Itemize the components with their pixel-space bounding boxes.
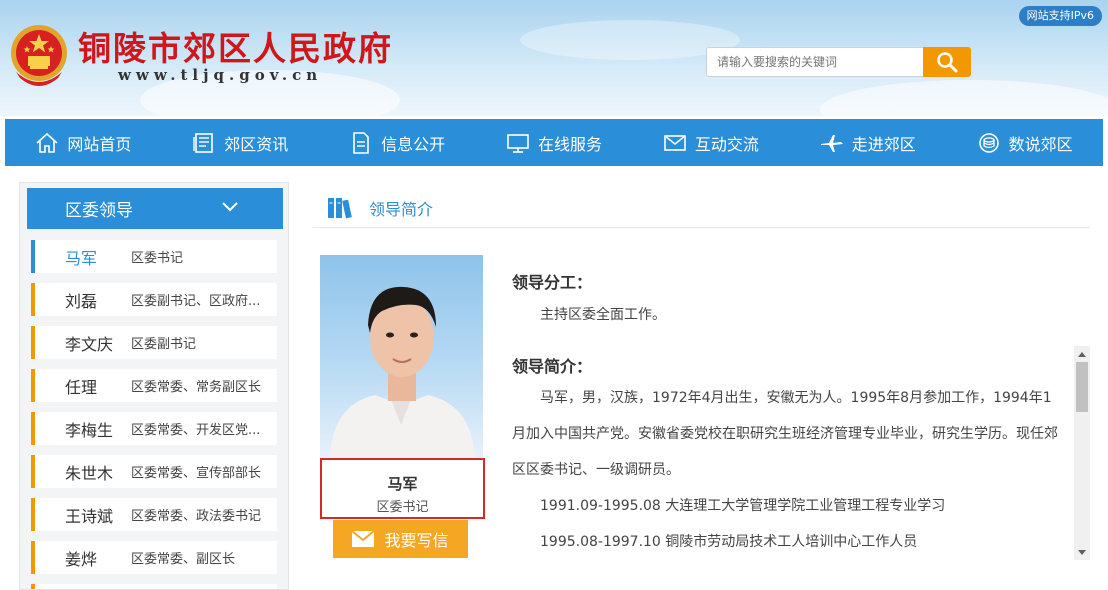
leader-position: 区委常委、开发区党... — [131, 423, 261, 438]
search-button[interactable] — [923, 47, 971, 77]
leader-position: 区委书记 — [131, 251, 184, 266]
leader-position: 区委副书记、区政府... — [131, 294, 261, 309]
nav-item-disclosure[interactable]: 信息公开 — [319, 119, 476, 166]
database-icon — [978, 132, 999, 153]
resume-line: 1991.09-1995.08 大连理工大学管理学院工业管理工程专业学习 — [540, 498, 946, 514]
leader-position: 区委常委、政法委书记 — [131, 509, 262, 524]
leader-name: 姜烨 — [65, 549, 98, 569]
sidebar-header[interactable]: 区委领导 — [27, 188, 283, 229]
search-input[interactable] — [706, 47, 923, 77]
nav-item-interaction[interactable]: 互动交流 — [632, 119, 789, 166]
leader-position: 区委副书记 — [131, 337, 197, 352]
nav-item-label: 数说郊区 — [1008, 134, 1073, 154]
leader-name-card: 马军 区委书记 — [320, 458, 485, 519]
search-icon — [937, 52, 958, 73]
national-emblem-icon — [11, 25, 67, 86]
sidebar-item-leader[interactable]: 任理 区委常委、常务副区长 — [31, 369, 277, 402]
site-title: 铜陵市郊区人民政府 — [78, 29, 393, 68]
leader-name: 马军 — [387, 475, 418, 493]
mail-icon — [664, 134, 686, 151]
leader-position: 区委常委、常务副区长 — [131, 380, 262, 395]
arrow-down-icon — [1078, 549, 1086, 555]
leader-name: 朱世木 — [65, 463, 114, 483]
site-header: 铜陵市郊区人民政府 www.tljq.gov.cn 网站支持IPv6 — [0, 0, 1108, 116]
news-icon — [193, 132, 214, 153]
scroll-thumb[interactable] — [1076, 362, 1088, 412]
books-icon — [328, 198, 352, 219]
leader-name: 李文庆 — [65, 334, 114, 354]
profile-heading: 领导简介： — [512, 357, 593, 376]
home-icon — [36, 132, 58, 153]
nav-item-data[interactable]: 数说郊区 — [946, 119, 1103, 166]
leader-position: 区委常委、宣传部部长 — [131, 466, 262, 481]
nav-item-explore[interactable]: 走进郊区 — [789, 119, 946, 166]
leader-name: 李梅生 — [65, 420, 114, 440]
leader-position: 区委常委、副区长 — [131, 552, 236, 567]
resume-line: 1995.08-1997.10 铜陵市劳动局技术工人培训中心工作人员 — [540, 534, 918, 550]
scroll-down-button[interactable] — [1074, 545, 1090, 559]
write-letter-label: 我要写信 — [384, 531, 449, 550]
sidebar-item-leader[interactable]: 王诗斌 区委常委、政法委书记 — [31, 498, 277, 531]
ipv6-badge: 网站支持IPv6 — [1018, 6, 1102, 26]
sidebar-title: 区委领导 — [65, 201, 133, 221]
content-scrollbar[interactable] — [1074, 346, 1090, 560]
nav-item-online-service[interactable]: 在线服务 — [476, 119, 633, 166]
duties-text: 主持区委全面工作。 — [540, 307, 666, 323]
sidebar-item-leader[interactable]: 李文庆 区委副书记 — [31, 326, 277, 359]
leader-position: 区委书记 — [376, 500, 429, 515]
nav-item-home[interactable]: 网站首页 — [5, 119, 162, 166]
monitor-icon — [507, 133, 529, 153]
leader-name: 马军 — [65, 248, 98, 268]
site-url: www.tljq.gov.cn — [118, 66, 323, 84]
leader-photo — [320, 255, 483, 458]
nav-item-label: 郊区资讯 — [224, 134, 289, 154]
arrow-up-icon — [1078, 351, 1086, 357]
sidebar-item-leader[interactable]: 马军 区委书记 — [31, 240, 277, 273]
nav-item-news[interactable]: 郊区资讯 — [162, 119, 319, 166]
section-header: 领导简介 — [313, 189, 1090, 228]
write-letter-button[interactable]: 我要写信 — [333, 520, 468, 558]
plane-icon — [820, 134, 843, 152]
sidebar-item-leader[interactable]: 姜烨 区委常委、副区长 — [31, 541, 277, 574]
sidebar-item-leader[interactable]: 刘磊 区委副书记、区政府... — [31, 283, 277, 316]
leader-name: 刘磊 — [65, 291, 98, 311]
chevron-down-icon — [222, 202, 238, 212]
leader-profile-content: 领导分工： 主持区委全面工作。 领导简介： 马军，男，汉族，1972年4月出生，… — [512, 262, 1068, 562]
sidebar-item-leader[interactable]: 朱世木 区委常委、宣传部部长 — [31, 455, 277, 488]
duties-heading: 领导分工： — [512, 273, 593, 292]
nav-item-label: 走进郊区 — [851, 134, 916, 154]
envelope-icon — [352, 531, 375, 547]
nav-item-label: 网站首页 — [67, 134, 132, 154]
main-nav: 网站首页 郊区资讯 信息公开 在线服务 互动交流 走进郊区 数说郊区 — [5, 119, 1103, 166]
nav-item-label: 互动交流 — [694, 134, 759, 154]
scroll-up-button[interactable] — [1074, 347, 1090, 361]
header-cloud — [820, 80, 1108, 116]
profile-paragraph: 马军，男，汉族，1972年4月出生，安徽无为人。1995年8月参加工作，1994… — [512, 390, 1058, 478]
sidebar-item-leader[interactable]: 李梅生 区委常委、开发区党... — [31, 412, 277, 445]
nav-item-label: 信息公开 — [381, 134, 446, 154]
leader-sidebar: 区委领导 马军 区委书记 刘磊 区委副书记、区政府... 李文庆 区委副书记 任… — [19, 182, 289, 590]
sidebar-item-leader[interactable] — [31, 584, 277, 589]
document-icon — [353, 131, 369, 154]
section-title: 领导简介 — [369, 200, 434, 219]
leader-name: 任理 — [65, 377, 98, 397]
portrait-image — [330, 286, 475, 458]
leader-name: 王诗斌 — [65, 506, 114, 526]
nav-item-label: 在线服务 — [538, 134, 603, 154]
